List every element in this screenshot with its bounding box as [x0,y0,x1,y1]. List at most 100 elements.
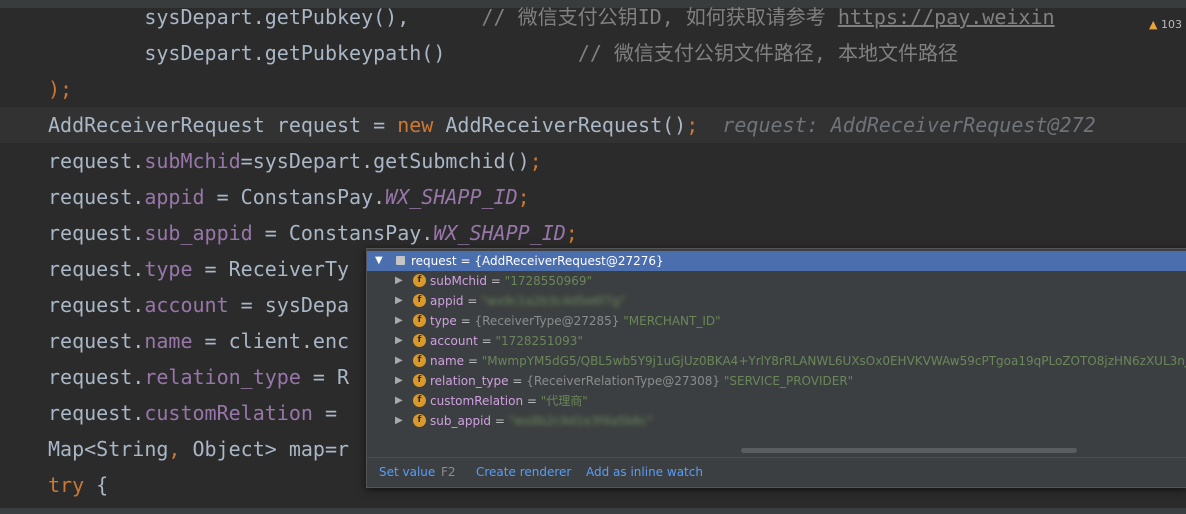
code-token: sysDepart.getPubkey(), [48,5,482,29]
code-token: // 微信支付公钥ID, 如何获取请参考 [481,5,838,29]
set-value-shortcut: F2 [441,465,456,479]
code-token: customRelation [144,401,313,425]
field-icon: f [413,294,426,307]
field-name: type [430,314,457,328]
code-token: // 微信支付公钥文件路径, 本地文件路径 [577,41,959,65]
warning-count: 103 [1161,18,1182,31]
debug-value-popup[interactable]: ▼ request = {AddReceiverRequest@27276} ▶… [366,248,1186,488]
code-token: = [312,401,350,425]
field-name: account [430,334,478,348]
code-token: = ConstansPay. [204,185,386,209]
root-variable-value: {AddReceiverRequest@27276} [474,254,664,268]
object-icon [396,256,405,265]
popup-footer: Set value F2 Create renderer Add as inli… [367,457,1186,487]
code-token: request: AddReceiverRequest@272 [698,113,1096,137]
code-line[interactable]: request.appid = ConstansPay.WX_SHAPP_ID; [0,179,1186,215]
code-token: request. [48,401,145,425]
editor-bottom-edge [0,508,1186,514]
set-value-link[interactable]: Set value [379,465,435,479]
code-token: request. [48,365,145,389]
warning-icon: ▲ [1149,18,1158,31]
field-row[interactable]: ▶ f subMchid = "1728550969" [367,271,1186,291]
field-row[interactable]: ▶ f relation_type = {ReceiverRelationType@… [367,371,1186,391]
code-token: { [96,473,109,497]
chevron-right-icon[interactable]: ▶ [395,351,403,371]
field-icon: f [413,334,426,347]
code-token: ; [686,113,699,137]
field-icon: f [413,374,426,387]
code-token: = R [300,365,350,389]
code-token: AddReceiverRequest() [445,113,687,137]
code-line[interactable]: ); [0,71,1186,107]
warning-indicator[interactable]: ▲ 103 [1147,18,1184,31]
field-row[interactable]: ▶ f name = "MwmpYM5dG5/QBL5wb5Y9j1uGjUz0BK… [367,351,1186,371]
code-token: https://pay.weixin [837,5,1055,29]
field-icon: f [413,314,426,327]
code-line[interactable]: request.subMchid=sysDepart.getSubmchid()… [0,143,1186,179]
code-token: = client.enc [192,329,350,353]
field-row[interactable]: ▶ f account = "1728251093" [367,331,1186,351]
chevron-right-icon[interactable]: ▶ [395,371,403,391]
code-token: type [144,257,193,281]
root-variable-name: request [411,254,457,268]
field-name: name [430,354,465,368]
code-token: request. [48,221,145,245]
code-line[interactable]: AddReceiverRequest request = new AddRece… [0,107,1186,143]
field-type: {ReceiverRelationType@27308} [526,374,721,388]
code-token: relation_type [144,365,301,389]
code-line[interactable]: request.sub_appid = ConstansPay.WX_SHAPP… [0,215,1186,251]
field-row[interactable]: ▶ f customRelation = "代理商" [367,391,1186,411]
code-token: = sysDepa [228,293,350,317]
code-token: name [144,329,193,353]
code-token: , [168,437,193,461]
code-token: request. [48,293,145,317]
chevron-right-icon[interactable]: ▶ [395,291,403,311]
code-line[interactable]: sysDepart.getPubkey(), // 微信支付公钥ID, 如何获取… [0,0,1186,35]
horizontal-scrollbar[interactable] [741,448,1077,453]
field-row[interactable]: ▶ f type = {ReceiverType@27285} "MERCHANT_… [367,311,1186,331]
chevron-right-icon[interactable]: ▶ [395,331,403,351]
field-value: "SERVICE_PROVIDER" [723,374,854,388]
chevron-right-icon[interactable]: ▶ [395,311,403,331]
field-name: subMchid [430,274,487,288]
code-token: appid [144,185,205,209]
field-name: customRelation [430,394,524,408]
field-icon: f [413,274,426,287]
code-token: = ReceiverTy [192,257,350,281]
field-value: "wx8b2c9d1e3f4a5b6c" [508,414,653,428]
code-token: Object> map=r [192,437,350,461]
code-token: ); [48,77,73,101]
field-value: "1728550969" [504,274,593,288]
code-token: request. [48,149,145,173]
tree-root-row[interactable]: ▼ request = {AddReceiverRequest@27276} [367,251,1186,271]
code-token: ; [517,185,530,209]
field-icon: f [413,354,426,367]
field-row[interactable]: ▶ f sub_appid = "wx8b2c9d1e3f4a5b6c" [367,411,1186,431]
chevron-right-icon[interactable]: ▶ [395,411,403,431]
code-token: sub_appid [144,221,253,245]
code-token: request. [48,185,145,209]
field-value: "1728251093" [495,334,583,348]
chevron-right-icon[interactable]: ▶ [395,271,403,291]
code-token: subMchid [144,149,241,173]
add-inline-watch-link[interactable]: Add as inline watch [586,465,703,479]
code-token: new [397,113,446,137]
code-token: request. [48,257,145,281]
chevron-down-icon[interactable]: ▼ [375,251,383,271]
field-value: "代理商" [540,394,588,408]
code-line[interactable]: sysDepart.getPubkeypath() // 微信支付公钥文件路径,… [0,35,1186,71]
code-token: sysDepart.getPubkeypath() [48,41,578,65]
code-token: ; [529,149,542,173]
code-token: account [144,293,229,317]
field-value: "MwmpYM5dG5/QBL5wb5Y9j1uGjUz0BKA4+YrlY8r… [481,354,1186,368]
field-name: sub_appid [430,414,492,428]
code-token: request. [48,329,145,353]
field-value: "MERCHANT_ID" [623,314,721,328]
code-token: Map<String [48,437,169,461]
field-row[interactable]: ▶ f appid = "wx9c1a2b3c4d5e6f7g" [367,291,1186,311]
create-renderer-link[interactable]: Create renderer [476,465,571,479]
code-token: =sysDepart.getSubmchid() [240,149,530,173]
code-token: AddReceiverRequest request = [48,113,398,137]
field-name: appid [430,294,464,308]
chevron-right-icon[interactable]: ▶ [395,391,403,411]
